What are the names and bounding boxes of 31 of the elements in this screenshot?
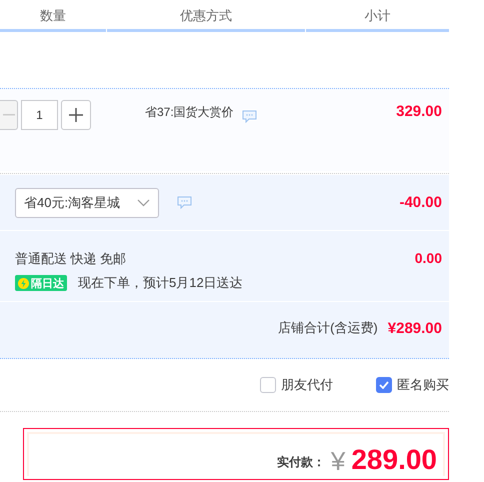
next-day-badge: 隔日达 [15,275,67,291]
column-header: 数量 [0,0,106,32]
checkbox[interactable] [260,377,276,393]
currency-symbol: ¥ [330,448,346,474]
option-checkbox[interactable]: 朋友代付 [260,376,333,394]
checkmark-icon [379,381,389,389]
shop-total-label: 店铺合计(含运费) [278,319,378,337]
delivery-estimate: 现在下单，预计5月12日送达 [78,274,243,292]
column-header: 小计 [306,0,449,32]
checkbox[interactable] [376,377,392,393]
promotion-text: 省37:国货大赏价 [145,104,234,121]
payment-amount: 289.00 [351,446,437,474]
option-label: 朋友代付 [281,376,333,394]
delivery-method: 普通配送 快递 免邮 [15,250,128,268]
chevron-down-icon [137,198,150,206]
option-checkbox[interactable]: 匿名购买 [376,376,449,394]
quantity-field[interactable]: 1 [21,100,58,130]
payment-label: 实付款： [276,454,325,471]
discount-dropdown[interactable]: 省40元:淘客星城 [15,188,159,218]
shipping-fee: 0.00 [414,250,442,266]
option-label: 匿名购买 [397,376,449,394]
plus-icon [69,108,83,122]
lightning-icon [18,278,29,288]
discount-amount: -40.00 [399,194,442,211]
minus-icon [2,114,14,116]
comment-icon[interactable] [177,196,192,209]
plus-button[interactable] [61,100,91,130]
comment-icon[interactable] [242,110,257,123]
item-subtotal: 329.00 [396,103,442,120]
column-header: 优惠方式 [107,0,305,32]
shop-total-amount: ¥289.00 [388,320,442,336]
